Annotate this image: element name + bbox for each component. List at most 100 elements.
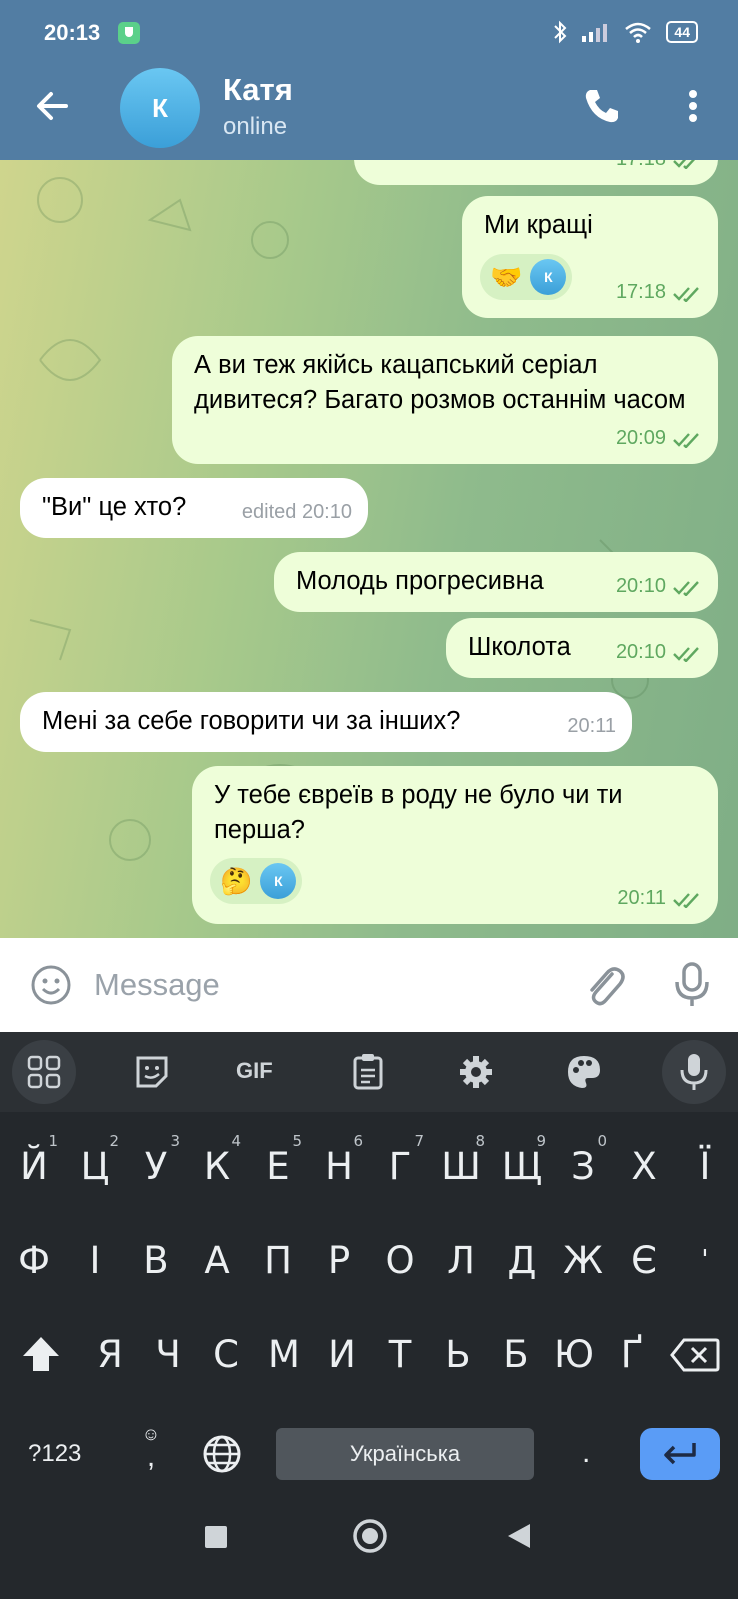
back-arrow-icon[interactable]	[30, 84, 74, 128]
symbols-key[interactable]: ?123	[28, 1440, 81, 1468]
reaction-chip[interactable]: 🤔 К	[210, 858, 303, 904]
key[interactable]: И	[312, 1314, 372, 1394]
enter-key[interactable]	[640, 1428, 720, 1480]
key-row-3: Я Ч С М И Т Ь Б Ю Ґ	[0, 1314, 738, 1394]
globe-icon[interactable]	[202, 1434, 242, 1474]
message-meta: 17:18	[616, 275, 702, 310]
key[interactable]: Ш8	[431, 1126, 491, 1206]
key[interactable]: П	[248, 1220, 308, 1300]
key-row-2: Ф І В А П Р О Л Д Ж Є '	[0, 1220, 738, 1300]
message-meta: 20:11	[617, 881, 702, 916]
gif-button[interactable]: GIF	[236, 1058, 273, 1084]
reaction-emoji: 🤔	[220, 865, 253, 896]
shift-icon[interactable]	[20, 1334, 62, 1374]
palette-icon[interactable]	[564, 1052, 604, 1092]
key[interactable]: Ц2	[65, 1126, 125, 1206]
comma-key[interactable]: ☺ ,	[138, 1424, 164, 1484]
key[interactable]: М	[254, 1314, 314, 1394]
avatar[interactable]: К	[120, 68, 200, 148]
more-vertical-icon[interactable]	[678, 86, 708, 126]
key[interactable]: Г7	[370, 1126, 430, 1206]
key[interactable]: Щ9	[492, 1126, 552, 1206]
sticker-icon[interactable]	[132, 1052, 172, 1092]
chat-title[interactable]: Катя	[223, 72, 293, 108]
space-key[interactable]: Українська	[276, 1428, 534, 1480]
key[interactable]: Т	[370, 1314, 430, 1394]
key[interactable]: Ж	[553, 1220, 613, 1300]
key[interactable]: Б	[486, 1314, 546, 1394]
system-navigation-bar	[0, 1502, 738, 1599]
key[interactable]: Ь	[428, 1314, 488, 1394]
message-bubble[interactable]: Ми кращі 🤝 К 17:18	[462, 196, 718, 318]
key[interactable]: І	[65, 1220, 125, 1300]
message-meta: 20:10	[616, 569, 702, 604]
reaction-emoji: 🤝	[490, 261, 523, 292]
key[interactable]: Н6	[309, 1126, 369, 1206]
chat-status: online	[223, 113, 288, 140]
key[interactable]: О	[370, 1220, 430, 1300]
key[interactable]: Л	[431, 1220, 491, 1300]
message-text: А ви теж якійсь кацапський серіал дивите…	[194, 351, 686, 414]
key[interactable]: З0	[553, 1126, 613, 1206]
settings-gear-icon[interactable]	[456, 1052, 496, 1092]
message-bubble[interactable]: Мені за себе говорити чи за інших? 20:11	[20, 692, 632, 752]
back-triangle-icon[interactable]	[506, 1522, 532, 1550]
recents-button[interactable]	[205, 1526, 227, 1548]
apps-grid-button[interactable]	[12, 1040, 76, 1104]
shield-icon	[118, 22, 140, 44]
signal-icon	[582, 24, 608, 42]
key[interactable]: Є	[614, 1220, 674, 1300]
grid-icon	[27, 1055, 61, 1089]
message-time: 17:18	[616, 160, 666, 177]
message-meta: 20:11	[567, 709, 616, 744]
home-button[interactable]	[352, 1518, 388, 1554]
message-bubble[interactable]: Молодь прогресивна 20:10	[274, 552, 718, 612]
chat-header: 20:13 44 К Катя online	[0, 0, 738, 160]
message-meta: 20:09	[616, 421, 702, 456]
message-input[interactable]	[94, 962, 544, 1008]
bluetooth-icon	[554, 20, 567, 44]
message-time: 20:09	[615, 427, 666, 449]
key[interactable]: Ю	[544, 1314, 604, 1394]
key[interactable]: Е5	[248, 1126, 308, 1206]
key[interactable]: Я	[80, 1314, 140, 1394]
key[interactable]: Х	[614, 1126, 674, 1206]
key[interactable]: Ф	[4, 1220, 64, 1300]
status-icons: 44	[552, 20, 698, 44]
message-bubble[interactable]: У тебе євреїв в роду не було чи ти перша…	[192, 766, 718, 924]
key-row-1: Й1 Ц2 У3 К4 Е5 Н6 Г7 Ш8 Щ9 З0 Х Ї	[0, 1126, 738, 1206]
key[interactable]: В	[126, 1220, 186, 1300]
key[interactable]: С	[196, 1314, 256, 1394]
clipboard-icon[interactable]	[348, 1052, 388, 1092]
keyboard-voice-button[interactable]	[662, 1040, 726, 1104]
key[interactable]: Д	[492, 1220, 552, 1300]
reaction-chip[interactable]: 🤝 К	[480, 254, 573, 300]
double-check-icon	[673, 646, 699, 662]
message-time: 20:11	[617, 887, 666, 909]
key[interactable]: '	[675, 1220, 735, 1300]
phone-icon[interactable]	[582, 86, 622, 126]
key[interactable]: А	[187, 1220, 247, 1300]
paperclip-icon[interactable]	[582, 962, 626, 1008]
message-bubble[interactable]: Школота 20:10	[446, 618, 718, 678]
message-time: edited 20:10	[241, 501, 352, 523]
period-key[interactable]: .	[582, 1436, 590, 1470]
emoji-icon[interactable]	[30, 964, 72, 1006]
message-bubble[interactable]: 🎉 17:18	[354, 160, 718, 185]
key[interactable]: Р	[309, 1220, 369, 1300]
microphone-icon[interactable]	[672, 960, 712, 1010]
key[interactable]: Ч	[138, 1314, 198, 1394]
message-list[interactable]: 🎉 17:18 Ми кращі 🤝 К 17:18 А ви теж якій…	[0, 160, 738, 938]
message-bubble[interactable]: А ви теж якійсь кацапський серіал дивите…	[172, 336, 718, 464]
key[interactable]: Ї	[675, 1126, 735, 1206]
key[interactable]: К4	[187, 1126, 247, 1206]
key[interactable]: Ґ	[602, 1314, 662, 1394]
message-time: 20:10	[615, 575, 666, 597]
backspace-icon[interactable]	[670, 1338, 720, 1372]
message-bubble[interactable]: "Ви" це хто? edited 20:10	[20, 478, 368, 538]
key[interactable]: Й1	[4, 1126, 64, 1206]
battery-indicator: 44	[666, 21, 698, 43]
keyboard-toolbar: GIF	[0, 1032, 738, 1112]
reactor-avatar: К	[530, 259, 567, 295]
key[interactable]: У3	[126, 1126, 186, 1206]
